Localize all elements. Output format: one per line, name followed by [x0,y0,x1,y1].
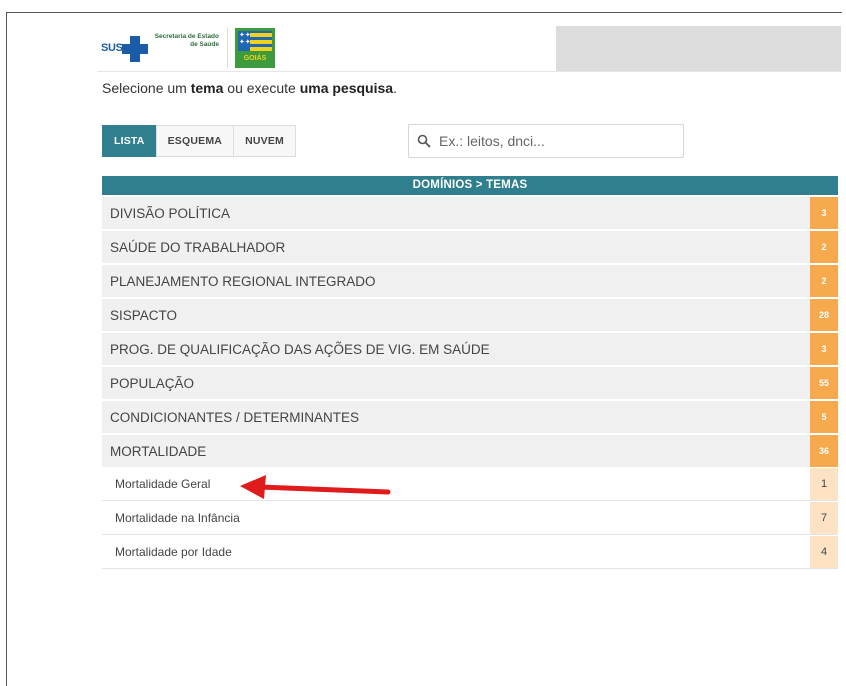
goias-logo-text: GOIÁS [243,55,267,62]
tab-nuvem[interactable]: NUVEM [233,125,296,157]
secretaria-logo-text: Secretaria de Estado de Saúde [154,33,219,48]
domains-table: DOMÍNIOS > TEMAS DIVISÃO POLÍTICA 3 SAÚD… [102,176,838,569]
instruction-text: Selecione um tema ou execute uma pesquis… [102,80,397,96]
domain-row-mortalidade[interactable]: MORTALIDADE 36 [102,435,838,467]
count-badge: 5 [810,401,838,433]
search-input[interactable] [439,133,669,149]
search-icon[interactable] [417,134,431,148]
sus-logo-text: SUS [101,42,123,54]
count-badge: 2 [810,265,838,297]
domain-row-sispacto[interactable]: SISPACTO 28 [102,299,838,331]
instruction-pesquisa: uma pesquisa [299,80,394,96]
domain-label: SISPACTO [110,307,178,323]
goias-flag-icon: ✦✦ ✦✦ [238,31,272,51]
sus-cross-icon [122,36,148,62]
count-badge: 28 [810,299,838,331]
count-badge: 36 [810,435,838,467]
theme-row-mortalidade-idade[interactable]: Mortalidade por Idade 4 [102,536,838,569]
theme-row-mortalidade-geral[interactable]: Mortalidade Geral 1 [102,468,838,501]
count-badge: 7 [810,502,838,534]
domain-label: POPULAÇÃO [110,375,195,391]
count-badge: 4 [810,536,838,568]
view-tabs: LISTA ESQUEMA NUVEM [102,125,296,157]
goias-logo[interactable]: ✦✦ ✦✦ GOIÁS [235,28,275,68]
domain-row-planejamento-regional[interactable]: PLANEJAMENTO REGIONAL INTEGRADO 2 [102,265,838,297]
domain-label: PROG. DE QUALIFICAÇÃO DAS AÇÕES DE VIG. … [110,341,490,357]
theme-row-mortalidade-infancia[interactable]: Mortalidade na Infância 7 [102,502,838,535]
domain-row-saude-trabalhador[interactable]: SAÚDE DO TRABALHADOR 2 [102,231,838,263]
domain-label: CONDICIONANTES / DETERMINANTES [110,409,360,425]
theme-label: Mortalidade Geral [115,477,211,491]
instruction-tema: tema [190,80,224,96]
header-banner [556,26,841,71]
site-header: SUS Secretaria de Estado de Saúde ✦✦ ✦✦ G… [97,26,841,72]
domain-label: DIVISÃO POLÍTICA [110,205,231,221]
tab-esquema[interactable]: ESQUEMA [155,125,235,157]
theme-label: Mortalidade por Idade [115,545,232,559]
domain-label: MORTALIDADE [110,443,207,459]
count-badge: 1 [810,468,838,500]
count-badge: 2 [810,231,838,263]
count-badge: 3 [810,333,838,365]
domain-label: SAÚDE DO TRABALHADOR [110,239,286,255]
domain-row-populacao[interactable]: POPULAÇÃO 55 [102,367,838,399]
search-box [408,124,684,158]
count-badge: 3 [810,197,838,229]
instruction-middle: ou execute [223,80,300,96]
count-badge: 55 [810,367,838,399]
domain-row-divisao-politica[interactable]: DIVISÃO POLÍTICA 3 [102,197,838,229]
tab-lista[interactable]: LISTA [102,125,157,157]
domain-label: PLANEJAMENTO REGIONAL INTEGRADO [110,273,376,289]
theme-label: Mortalidade na Infância [115,511,240,525]
header-divider [227,28,228,68]
instruction-prefix: Selecione um [102,80,191,96]
instruction-suffix: . [393,80,397,96]
domain-row-prog-qualificacao[interactable]: PROG. DE QUALIFICAÇÃO DAS AÇÕES DE VIG. … [102,333,838,365]
arrow-left-icon [240,475,391,499]
domain-row-condicionantes[interactable]: CONDICIONANTES / DETERMINANTES 5 [102,401,838,433]
sus-logo[interactable]: SUS Secretaria de Estado de Saúde [101,32,221,64]
table-header: DOMÍNIOS > TEMAS [102,176,838,195]
